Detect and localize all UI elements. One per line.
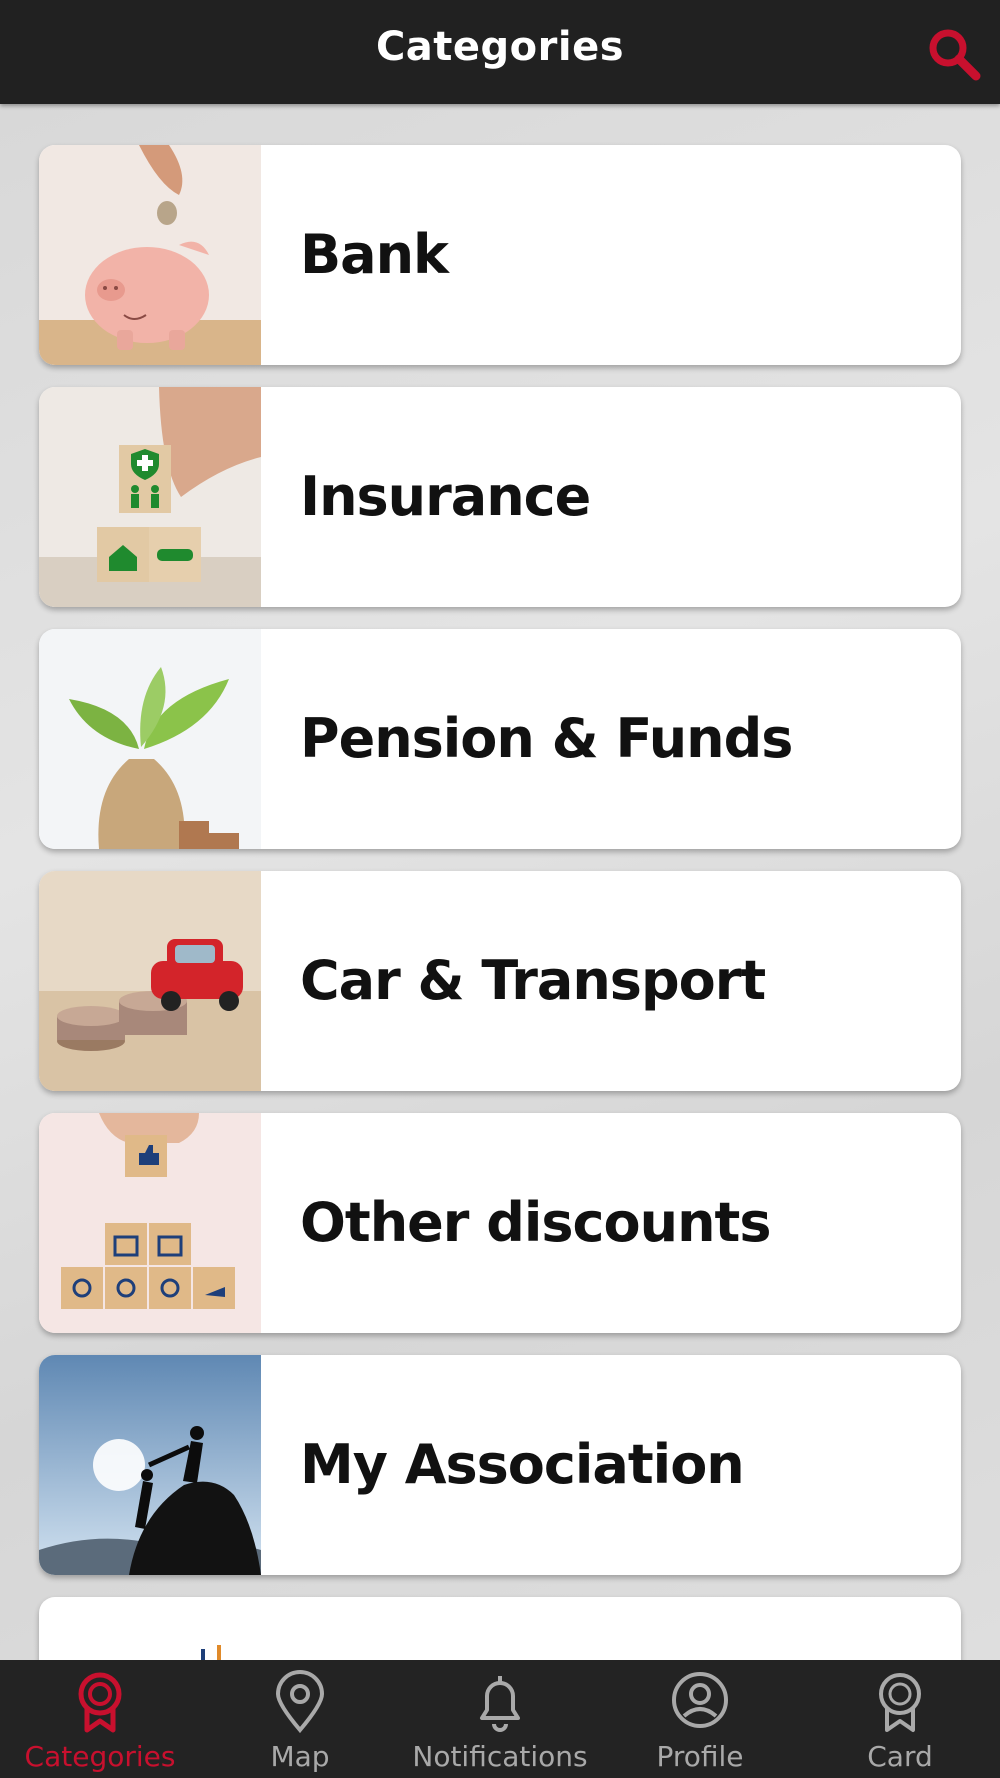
tab-label: Map	[270, 1740, 330, 1773]
piggy-bank-image	[39, 145, 261, 365]
category-label: Pension & Funds	[300, 707, 793, 770]
tab-label: Categories	[24, 1740, 176, 1773]
category-card-my-association[interactable]: My Association	[39, 1355, 961, 1575]
category-card-bank[interactable]: Bank	[39, 145, 961, 365]
tab-notifications[interactable]: Notifications	[400, 1660, 600, 1778]
map-pin-icon	[275, 1670, 325, 1734]
category-card-insurance[interactable]: Insurance	[39, 387, 961, 607]
profile-icon	[672, 1672, 728, 1728]
tab-label: Card	[867, 1740, 933, 1773]
bell-icon	[480, 1676, 520, 1732]
search-button[interactable]	[924, 24, 984, 84]
tab-map[interactable]: Map	[200, 1660, 400, 1778]
search-icon	[929, 29, 981, 81]
tab-profile[interactable]: Profile	[600, 1660, 800, 1778]
category-label: My Association	[300, 1433, 745, 1496]
bottom-tab-bar: Categories Map Notifications Profile Car…	[0, 1660, 1000, 1778]
tab-label: Notifications	[412, 1740, 588, 1773]
category-label: Insurance	[300, 465, 591, 528]
category-card-pension-funds[interactable]: Pension & Funds	[39, 629, 961, 849]
ribbon-icon	[78, 1672, 122, 1733]
discount-blocks-image	[39, 1113, 261, 1333]
card-ribbon-icon	[879, 1673, 921, 1732]
climbers-image	[39, 1355, 261, 1575]
category-label: Bank	[300, 223, 449, 286]
top-app-bar: Categories	[0, 0, 1000, 104]
category-label: Car & Transport	[300, 949, 766, 1012]
insurance-blocks-image	[39, 387, 261, 607]
tab-label: Profile	[656, 1740, 744, 1773]
category-card-other-discounts[interactable]: Other discounts	[39, 1113, 961, 1333]
category-label: Other discounts	[300, 1191, 771, 1254]
category-list[interactable]: Bank Insurance Pension & Funds Car & Tra…	[0, 104, 1000, 1660]
tab-categories[interactable]: Categories	[0, 1660, 200, 1778]
plant-money-bag-image	[39, 629, 261, 849]
page-title: Categories	[375, 24, 625, 70]
category-card-car-transport[interactable]: Car & Transport	[39, 871, 961, 1091]
toy-car-coins-image	[39, 871, 261, 1091]
category-card-partial[interactable]	[39, 1597, 961, 1660]
tab-card[interactable]: Card	[800, 1660, 1000, 1778]
